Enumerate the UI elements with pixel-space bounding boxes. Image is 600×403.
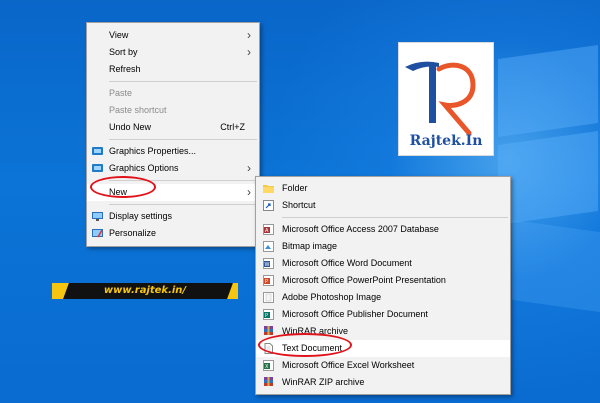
- menu-item-personalize[interactable]: Personalize: [87, 225, 259, 242]
- menu-item-display-settings[interactable]: Display settings: [87, 208, 259, 225]
- submenu-item-label: Microsoft Office Access 2007 Database: [282, 224, 439, 234]
- menu-item-paste-shortcut[interactable]: Paste shortcut: [87, 102, 259, 119]
- menu-separator: [109, 204, 257, 205]
- wallpaper-windows-pane: [498, 44, 598, 138]
- submenu-item-access-database[interactable]: A Microsoft Office Access 2007 Database: [256, 221, 510, 238]
- submenu-item-excel-worksheet[interactable]: X Microsoft Office Excel Worksheet: [256, 357, 510, 374]
- menu-item-label: Paste shortcut: [109, 105, 167, 115]
- intel-graphics-icon: [92, 164, 103, 172]
- submenu-item-winrar-zip-archive[interactable]: WinRAR ZIP archive: [256, 374, 510, 391]
- svg-text:P: P: [265, 313, 268, 319]
- menu-item-label: Undo New: [109, 122, 152, 132]
- submenu-item-folder[interactable]: Folder: [256, 180, 510, 197]
- annotation-circle-text-document: [258, 333, 352, 357]
- menu-item-refresh[interactable]: Refresh: [87, 61, 259, 78]
- wallpaper-windows-pane: [512, 219, 600, 313]
- svg-text:X: X: [265, 364, 269, 370]
- chevron-right-icon: ›: [247, 185, 251, 199]
- menu-separator: [109, 81, 257, 82]
- excel-icon: X: [263, 360, 274, 371]
- menu-item-graphics-options[interactable]: Graphics Options ›: [87, 160, 259, 177]
- submenu-item-powerpoint-presentation[interactable]: P Microsoft Office PowerPoint Presentati…: [256, 272, 510, 289]
- submenu-item-publisher-document[interactable]: P Microsoft Office Publisher Document: [256, 306, 510, 323]
- logo-text: Rajtek.In: [409, 133, 483, 149]
- bitmap-icon: [263, 241, 274, 252]
- menu-separator: [109, 139, 257, 140]
- annotation-circle-new: [90, 176, 156, 198]
- desktop-context-menu: View › Sort by › Refresh Paste Paste sho…: [86, 22, 260, 247]
- wallpaper-windows-pane: [498, 130, 598, 226]
- rajtek-logo: Rajtek.In: [398, 42, 494, 156]
- submenu-item-photoshop-image[interactable]: Adobe Photoshop Image: [256, 289, 510, 306]
- menu-item-sort-by[interactable]: Sort by ›: [87, 44, 259, 61]
- submenu-item-label: WinRAR ZIP archive: [282, 377, 365, 387]
- menu-separator: [282, 217, 508, 218]
- chevron-right-icon: ›: [247, 45, 251, 59]
- banner-text: www.rajtek.in/: [103, 285, 187, 296]
- submenu-item-label: Microsoft Office PowerPoint Presentation: [282, 275, 446, 285]
- powerpoint-icon: P: [263, 275, 274, 286]
- photoshop-icon: [263, 292, 274, 303]
- menu-item-label: Paste: [109, 88, 133, 98]
- new-submenu: Folder Shortcut A Microsoft Office Acces…: [255, 176, 511, 395]
- submenu-item-label: Adobe Photoshop Image: [282, 292, 382, 302]
- access-icon: A: [263, 224, 274, 235]
- menu-item-view[interactable]: View ›: [87, 27, 259, 44]
- submenu-item-label: Folder: [282, 183, 308, 193]
- menu-item-undo-new[interactable]: Undo New Ctrl+Z: [87, 119, 259, 136]
- submenu-item-shortcut[interactable]: Shortcut: [256, 197, 510, 214]
- intel-graphics-icon: [92, 147, 103, 155]
- menu-item-label: Personalize: [109, 228, 157, 238]
- menu-item-shortcut: Ctrl+Z: [220, 122, 245, 132]
- submenu-item-label: Bitmap image: [282, 241, 338, 251]
- website-banner: www.rajtek.in/: [52, 283, 238, 299]
- personalize-icon: [92, 229, 103, 238]
- menu-item-label: View: [109, 30, 129, 40]
- rajtek-logo-mark: [405, 61, 476, 136]
- display-icon: [92, 212, 103, 221]
- winrar-zip-icon: [264, 377, 273, 386]
- menu-item-label: Display settings: [109, 211, 173, 221]
- folder-icon: [263, 185, 274, 193]
- submenu-item-label: Shortcut: [282, 200, 316, 210]
- word-icon: W: [263, 258, 274, 269]
- submenu-item-label: Microsoft Office Word Document: [282, 258, 412, 268]
- menu-item-label: Graphics Properties...: [109, 146, 197, 156]
- menu-item-label: Refresh: [109, 64, 141, 74]
- menu-item-label: Sort by: [109, 47, 138, 57]
- submenu-item-label: Microsoft Office Excel Worksheet: [282, 360, 415, 370]
- publisher-icon: P: [263, 309, 274, 320]
- svg-text:A: A: [265, 228, 269, 234]
- svg-text:P: P: [265, 279, 268, 285]
- shortcut-icon: [263, 200, 274, 211]
- chevron-right-icon: ›: [247, 28, 251, 42]
- submenu-item-bitmap-image[interactable]: Bitmap image: [256, 238, 510, 255]
- menu-item-paste[interactable]: Paste: [87, 85, 259, 102]
- menu-item-graphics-properties[interactable]: Graphics Properties...: [87, 143, 259, 160]
- submenu-item-word-document[interactable]: W Microsoft Office Word Document: [256, 255, 510, 272]
- chevron-right-icon: ›: [247, 161, 251, 175]
- submenu-item-label: Microsoft Office Publisher Document: [282, 309, 428, 319]
- svg-text:W: W: [265, 262, 270, 268]
- menu-item-label: Graphics Options: [109, 163, 179, 173]
